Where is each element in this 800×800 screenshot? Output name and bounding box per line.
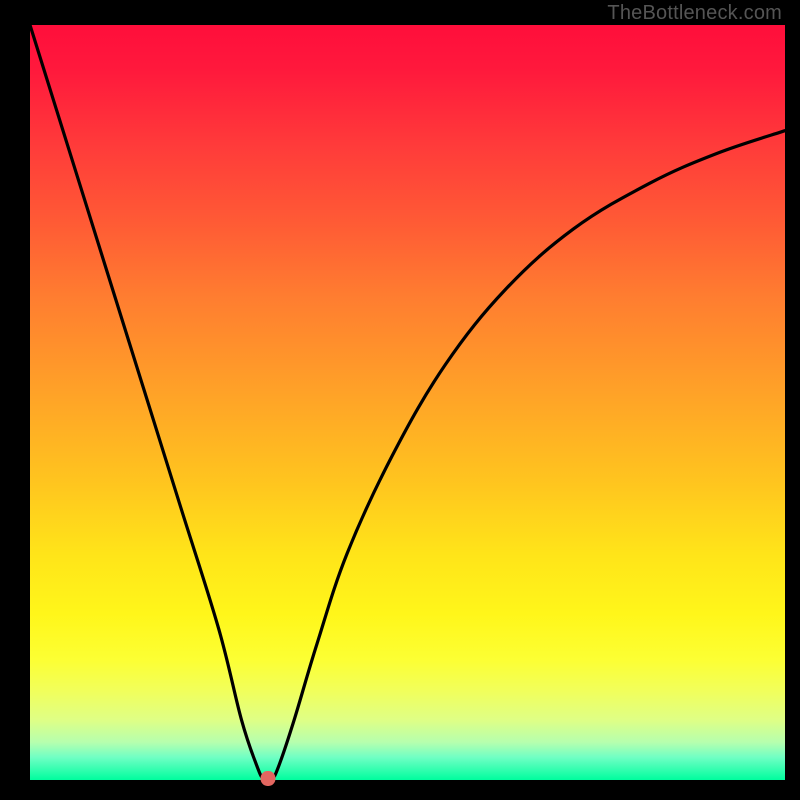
vertex-marker	[260, 771, 275, 786]
watermark-text: TheBottleneck.com	[607, 2, 782, 25]
curve-path	[30, 25, 785, 782]
plot-area	[30, 25, 785, 780]
bottleneck-curve	[30, 25, 785, 780]
